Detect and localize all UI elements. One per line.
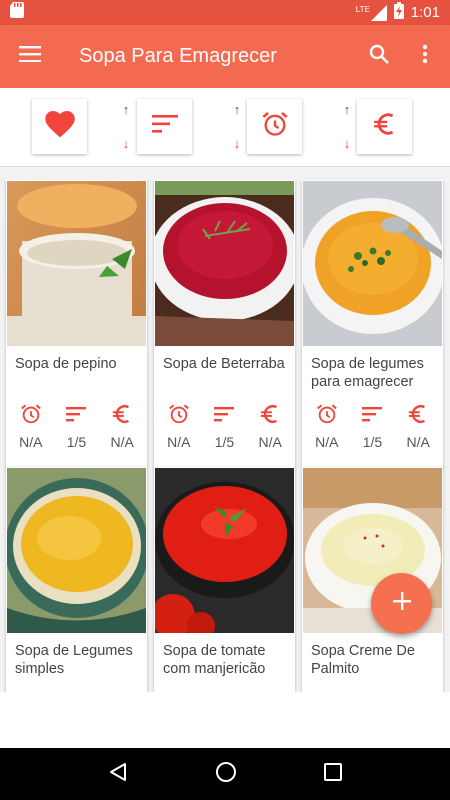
cost-value: N/A bbox=[406, 434, 430, 450]
battery-icon bbox=[393, 2, 404, 23]
sort-difficulty-desc-arrow[interactable]: ↓ bbox=[119, 136, 133, 151]
recipe-card-sopa-de-pepino[interactable]: Sopa de pepino N/A 1/5 N/A bbox=[6, 180, 147, 468]
recipe-card-sopa-de-legumes-para-emagrecer[interactable]: Sopa de legumes para emagrecer N/A 1/5 N… bbox=[302, 180, 443, 468]
list-bottom-area bbox=[0, 692, 450, 748]
system-nav-bar bbox=[0, 748, 450, 800]
sort-icon bbox=[151, 115, 178, 138]
recipe-stats: N/A 1/5 N/A bbox=[6, 403, 147, 450]
search-icon bbox=[369, 44, 389, 69]
recipe-card-sopa-creme-de-palmito[interactable]: Sopa Creme De Palmito bbox=[302, 467, 443, 692]
recipe-name: Sopa de legumes para emagrecer bbox=[311, 356, 424, 390]
hamburger-icon bbox=[19, 46, 41, 67]
overflow-menu-button[interactable] bbox=[402, 25, 448, 88]
back-icon[interactable] bbox=[108, 762, 128, 787]
sort-bar: ↑ ↓ ↑ ↓ ↑ ↓ bbox=[0, 88, 450, 167]
cost-stat: N/A bbox=[396, 403, 441, 450]
recipe-image bbox=[302, 181, 443, 346]
difficulty-stat: 1/5 bbox=[54, 403, 99, 450]
alarm-clock-icon bbox=[261, 110, 289, 143]
time-stat: N/A bbox=[8, 403, 53, 450]
cost-value: N/A bbox=[110, 434, 134, 450]
sort-icon bbox=[214, 403, 235, 430]
recipe-stats: N/A 1/5 N/A bbox=[302, 403, 443, 450]
network-type: LTE bbox=[355, 4, 370, 14]
recipe-name: Sopa Creme De Palmito bbox=[311, 643, 415, 677]
sd-card-icon bbox=[10, 2, 24, 23]
recipe-name: Sopa de Legumes simples bbox=[15, 643, 133, 677]
difficulty-stat: 1/5 bbox=[350, 403, 395, 450]
alarm-clock-icon bbox=[316, 403, 338, 430]
more-vert-icon bbox=[422, 44, 428, 69]
sort-time-asc-arrow[interactable]: ↑ bbox=[230, 102, 244, 117]
cost-stat: N/A bbox=[248, 403, 293, 450]
recipe-card-sopa-de-beterraba[interactable]: Sopa de Beterraba N/A 1/5 N/A bbox=[154, 180, 295, 468]
sort-time-desc-arrow[interactable]: ↓ bbox=[230, 136, 244, 151]
recipe-name: Sopa de pepino bbox=[15, 356, 117, 372]
app-title: Sopa Para Emagrecer bbox=[79, 45, 277, 67]
cost-value: N/A bbox=[258, 434, 282, 450]
recipe-card-sopa-de-legumes-simples[interactable]: Sopa de Legumes simples bbox=[6, 467, 147, 692]
time-stat: N/A bbox=[156, 403, 201, 450]
add-recipe-fab[interactable] bbox=[371, 573, 432, 634]
sort-cost-button[interactable] bbox=[357, 99, 412, 154]
recipe-name: Sopa de Beterraba bbox=[163, 356, 285, 372]
euro-icon bbox=[372, 111, 398, 142]
menu-button[interactable] bbox=[0, 25, 60, 88]
clock-time: 1:01 bbox=[410, 4, 440, 21]
recipe-image bbox=[154, 468, 295, 640]
favorites-filter-button[interactable] bbox=[32, 99, 87, 154]
recipe-name: Sopa de tomate com manjericão bbox=[163, 643, 266, 677]
recipe-image bbox=[6, 468, 147, 633]
euro-icon bbox=[407, 403, 429, 430]
sort-cost-asc-arrow[interactable]: ↑ bbox=[340, 102, 354, 117]
home-icon[interactable] bbox=[215, 761, 237, 788]
status-bar: LTE 1:01 bbox=[0, 0, 450, 25]
sort-difficulty-asc-arrow[interactable]: ↑ bbox=[119, 102, 133, 117]
sort-icon bbox=[66, 403, 87, 430]
time-value: N/A bbox=[19, 434, 43, 450]
euro-icon bbox=[111, 403, 133, 430]
recipe-card-sopa-de-tomate-com-manjericao[interactable]: Sopa de tomate com manjericão bbox=[154, 467, 295, 692]
plus-icon bbox=[392, 592, 411, 615]
time-value: N/A bbox=[167, 434, 191, 450]
heart-icon bbox=[44, 110, 75, 143]
alarm-clock-icon bbox=[168, 403, 190, 430]
lte-signal-icon: LTE bbox=[355, 4, 387, 21]
recipe-image bbox=[7, 181, 146, 346]
difficulty-value: 1/5 bbox=[362, 434, 383, 450]
recipe-image bbox=[154, 181, 295, 346]
recipe-stats: N/A 1/5 N/A bbox=[154, 403, 295, 450]
difficulty-value: 1/5 bbox=[214, 434, 235, 450]
euro-icon bbox=[259, 403, 281, 430]
time-stat: N/A bbox=[304, 403, 349, 450]
recents-icon[interactable] bbox=[323, 762, 342, 786]
sort-time-button[interactable] bbox=[247, 99, 302, 154]
difficulty-value: 1/5 bbox=[66, 434, 87, 450]
time-value: N/A bbox=[315, 434, 339, 450]
sort-difficulty-button[interactable] bbox=[137, 99, 192, 154]
app-bar: Sopa Para Emagrecer bbox=[0, 25, 450, 88]
alarm-clock-icon bbox=[20, 403, 42, 430]
search-button[interactable] bbox=[356, 25, 402, 88]
cost-stat: N/A bbox=[100, 403, 145, 450]
sort-icon bbox=[362, 403, 383, 430]
sort-cost-desc-arrow[interactable]: ↓ bbox=[340, 136, 354, 151]
difficulty-stat: 1/5 bbox=[202, 403, 247, 450]
